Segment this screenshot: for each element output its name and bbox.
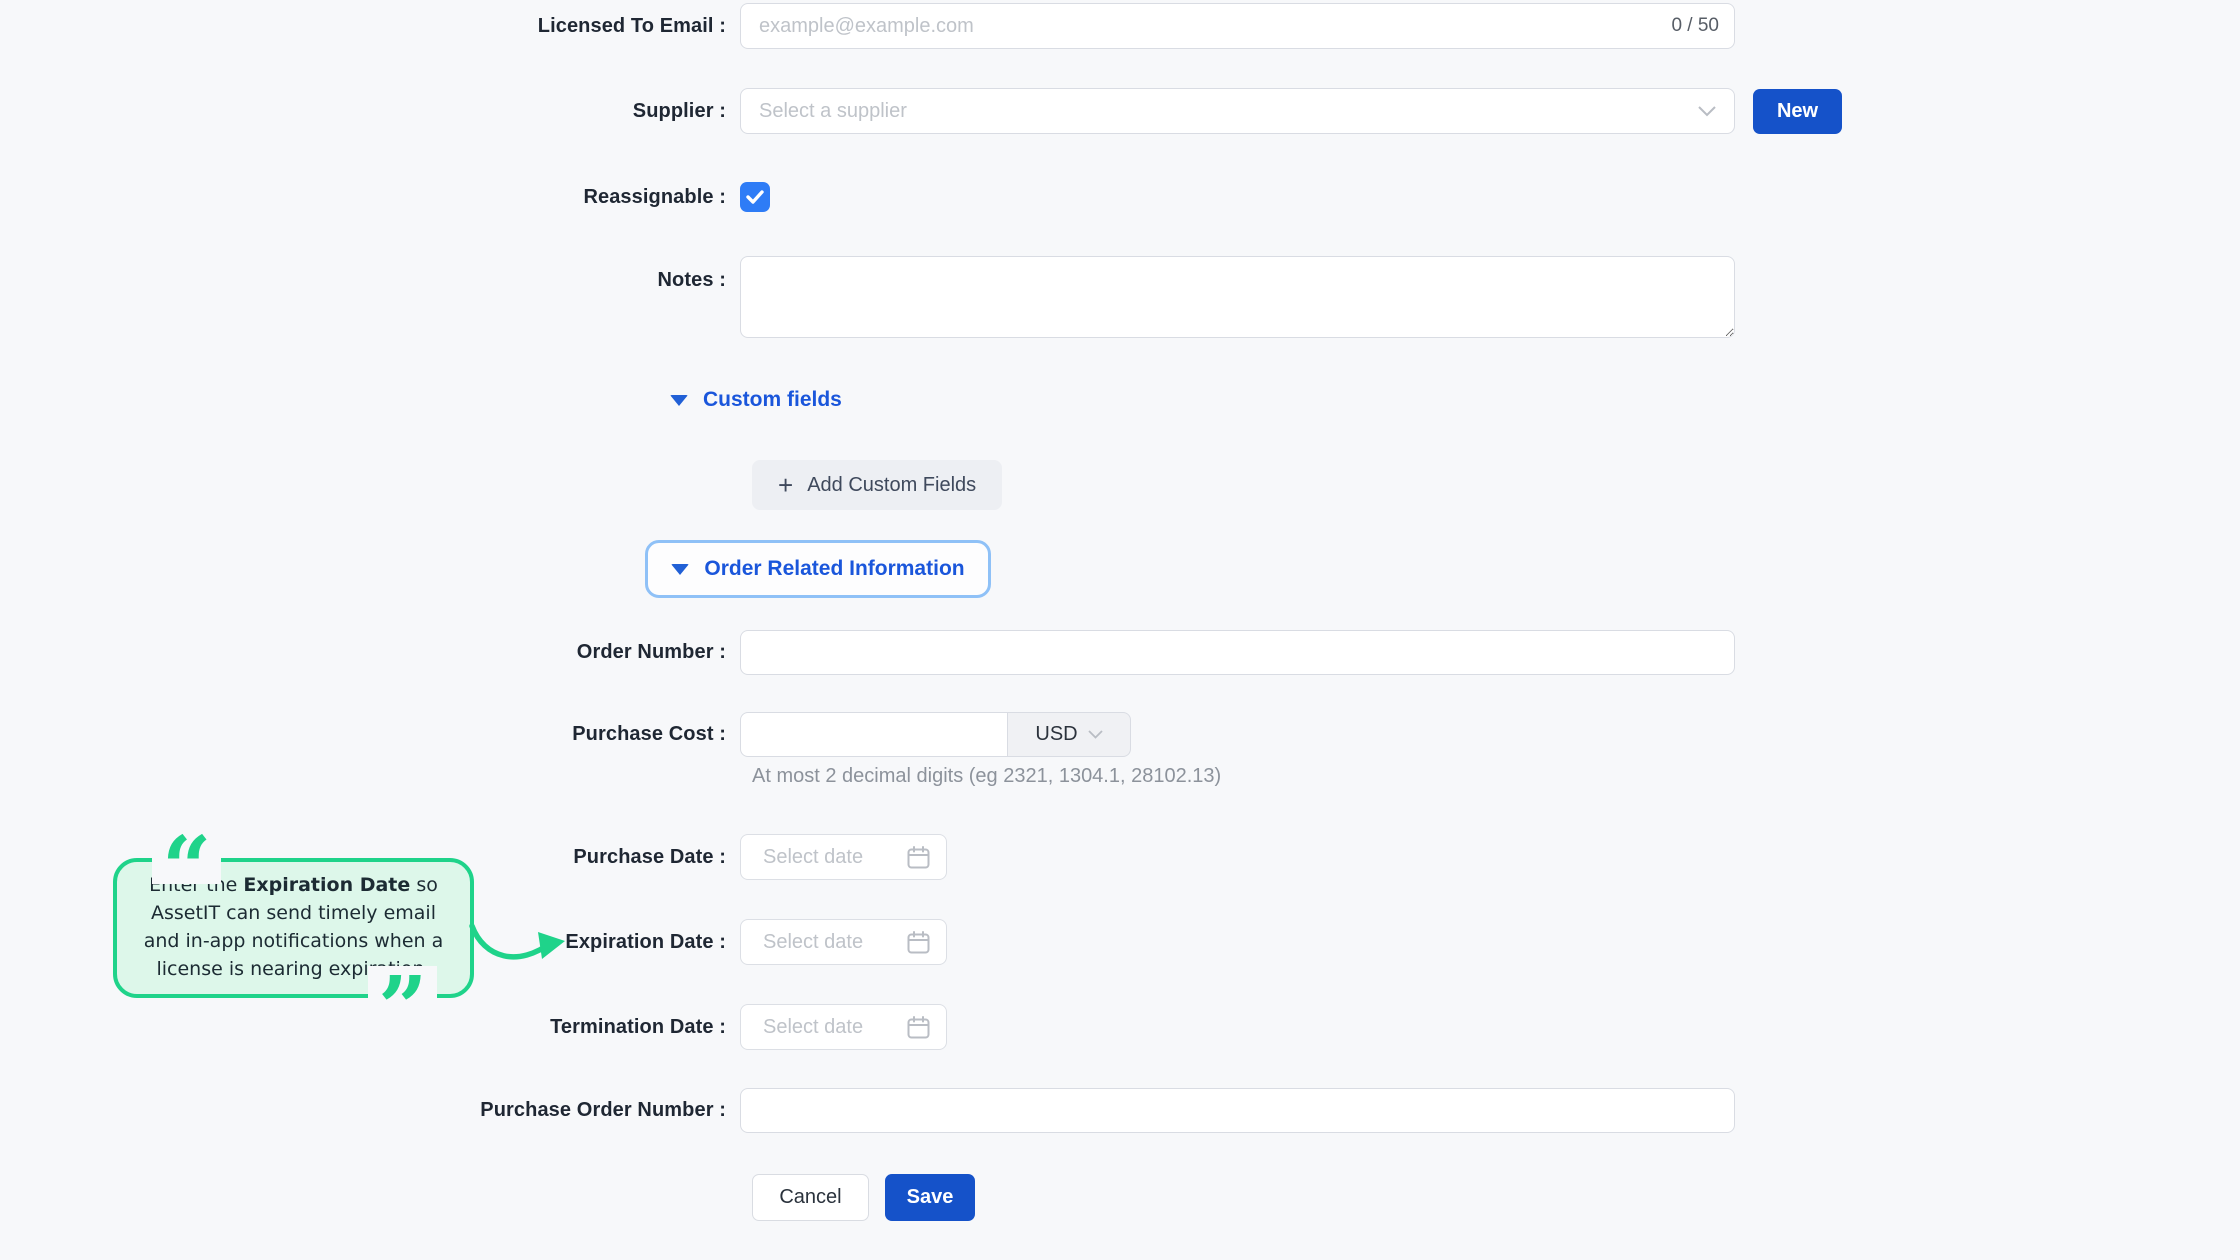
currency-value: USD (1035, 723, 1077, 746)
char-counter: 0 / 50 (1671, 15, 1719, 37)
purchase-order-number-row: Purchase Order Number : (0, 1088, 1735, 1133)
form-actions: Cancel Save (752, 1174, 975, 1221)
plus-icon: + (778, 472, 793, 498)
termination-date-picker[interactable]: Select date (740, 1004, 947, 1050)
chevron-down-icon (1088, 730, 1103, 739)
licensed-to-email-label: Licensed To Email : (0, 15, 740, 38)
reassignable-label: Reassignable : (0, 186, 740, 209)
termination-date-placeholder: Select date (763, 1016, 907, 1039)
purchase-cost-label: Purchase Cost : (0, 723, 740, 746)
cancel-button[interactable]: Cancel (752, 1174, 869, 1221)
save-button[interactable]: Save (885, 1174, 975, 1221)
tooltip-text-bold: Expiration Date (243, 874, 410, 896)
supplier-row: Supplier : Select a supplier New (0, 88, 1842, 134)
supplier-label: Supplier : (0, 100, 740, 123)
order-number-label: Order Number : (0, 641, 740, 664)
license-form-page: Licensed To Email : 0 / 50 Supplier : Se… (0, 0, 2240, 1260)
reassignable-checkbox[interactable] (740, 182, 770, 212)
reassignable-row: Reassignable : (0, 182, 770, 212)
chevron-down-icon (1698, 106, 1716, 117)
termination-date-row: Termination Date : Select date (0, 1004, 947, 1050)
calendar-icon (907, 1016, 930, 1039)
notes-label: Notes : (0, 256, 740, 292)
supplier-placeholder: Select a supplier (759, 100, 1698, 123)
order-number-row: Order Number : (0, 630, 1735, 675)
supplier-select[interactable]: Select a supplier (740, 88, 1735, 134)
custom-fields-section-title: Custom fields (703, 388, 842, 412)
licensed-to-email-input[interactable] (740, 3, 1735, 49)
purchase-date-placeholder: Select date (763, 846, 907, 869)
calendar-icon (907, 846, 930, 869)
purchase-order-number-wrap (740, 1088, 1735, 1133)
close-quote-icon: ” (368, 966, 437, 1024)
currency-select[interactable]: USD (1008, 712, 1131, 757)
licensed-to-email-row: Licensed To Email : 0 / 50 (0, 3, 1735, 49)
annotation-arrow-icon (468, 920, 574, 976)
purchase-cost-hint: At most 2 decimal digits (eg 2321, 1304.… (752, 765, 1221, 788)
purchase-order-number-input[interactable] (740, 1088, 1735, 1133)
purchase-date-picker[interactable]: Select date (740, 834, 947, 880)
order-number-wrap (740, 630, 1735, 675)
add-custom-fields-row: + Add Custom Fields (752, 460, 1002, 510)
open-quote-icon: “ (152, 826, 221, 884)
custom-fields-section-toggle[interactable]: Custom fields (670, 385, 842, 415)
notes-textarea[interactable] (740, 256, 1735, 338)
order-section-title: Order Related Information (704, 557, 964, 581)
purchase-cost-input[interactable] (740, 712, 1008, 757)
purchase-cost-group: USD (740, 712, 1131, 757)
licensed-to-email-wrap: 0 / 50 (740, 3, 1735, 49)
add-custom-fields-button[interactable]: + Add Custom Fields (752, 460, 1002, 510)
checkmark-icon (746, 190, 764, 204)
purchase-cost-row: Purchase Cost : USD (0, 712, 1131, 757)
add-custom-fields-label: Add Custom Fields (807, 474, 976, 497)
calendar-icon (907, 931, 930, 954)
purchase-order-number-label: Purchase Order Number : (0, 1099, 740, 1122)
order-number-input[interactable] (740, 630, 1735, 675)
order-related-information-toggle[interactable]: Order Related Information (645, 540, 991, 598)
new-supplier-button[interactable]: New (1753, 89, 1842, 134)
notes-row: Notes : (0, 256, 1735, 338)
caret-down-icon (671, 564, 689, 575)
expiration-date-picker[interactable]: Select date (740, 919, 947, 965)
expiration-date-placeholder: Select date (763, 931, 907, 954)
caret-down-icon (670, 395, 688, 406)
